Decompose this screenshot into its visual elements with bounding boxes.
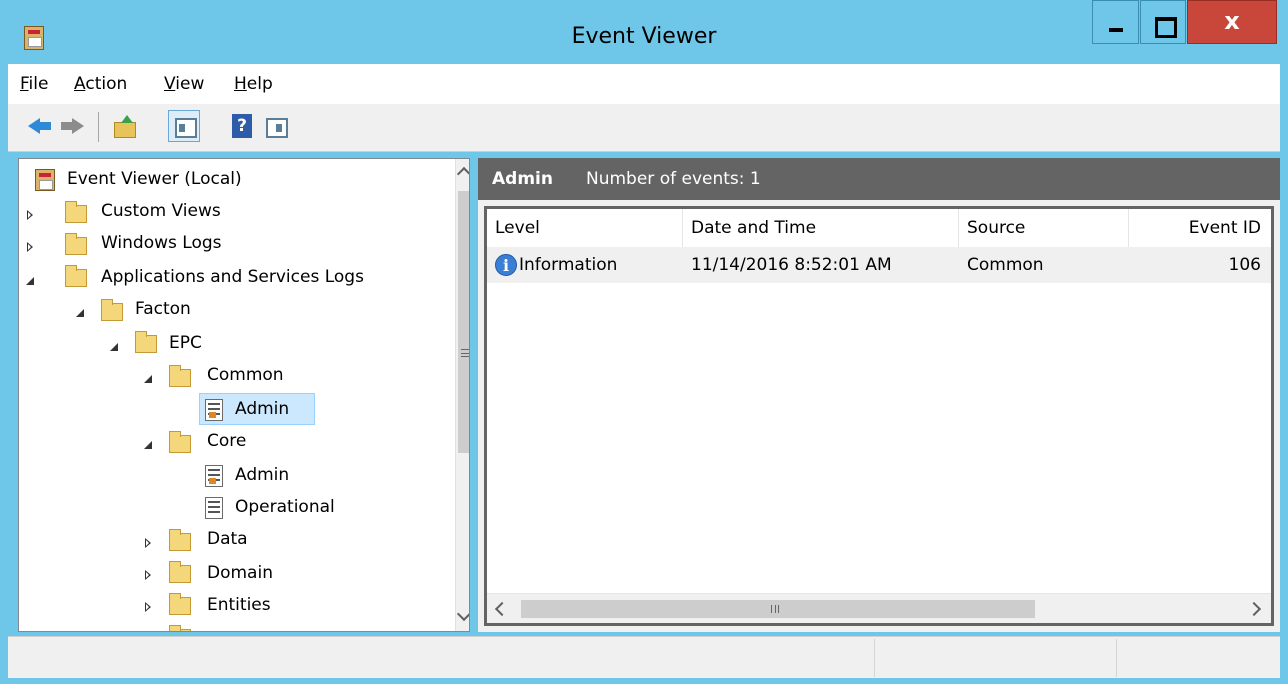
expand-data[interactable] xyxy=(141,536,155,550)
expand-entities[interactable] xyxy=(141,600,155,614)
partial-folder-icon xyxy=(169,625,191,631)
table-row[interactable]: i Information 11/14/2016 8:52:01 AM Comm… xyxy=(487,247,1271,283)
tree-vertical-scrollbar[interactable] xyxy=(455,159,469,631)
console-tree: Event Viewer (Local) Custom Views Window… xyxy=(18,158,470,632)
scroll-right-arrow-icon[interactable] xyxy=(1246,601,1262,617)
maximize-button[interactable] xyxy=(1140,0,1186,44)
menu-bar: File Action View Help xyxy=(8,64,1280,104)
collapse-common[interactable] xyxy=(141,371,155,385)
tree-item-data[interactable]: Data xyxy=(207,529,248,549)
minimize-button[interactable] xyxy=(1092,0,1139,44)
results-header: Admin Number of events: 1 xyxy=(478,158,1280,200)
events-horizontal-scrollbar[interactable] xyxy=(487,593,1271,623)
close-button[interactable] xyxy=(1187,0,1277,44)
menu-file[interactable]: File xyxy=(20,74,48,94)
cell-date-and-time: 11/14/2016 8:52:01 AM xyxy=(691,255,892,275)
up-folder-icon[interactable] xyxy=(112,114,136,138)
cell-level: Information xyxy=(519,255,618,275)
results-pane: Admin Number of events: 1 Level Date and… xyxy=(478,158,1280,632)
forward-arrow-icon[interactable] xyxy=(60,114,84,138)
tree-item-epc[interactable]: EPC xyxy=(169,333,202,353)
toolbar: ? xyxy=(8,104,1280,152)
tree-item-common[interactable]: Common xyxy=(207,365,284,385)
column-header-source[interactable]: Source xyxy=(959,209,1129,247)
scroll-left-arrow-icon[interactable] xyxy=(494,601,510,617)
operational-log-icon xyxy=(205,497,223,519)
collapse-applications-and-services-logs[interactable] xyxy=(23,273,37,287)
tree-item-event-viewer-local[interactable]: Event Viewer (Local) xyxy=(67,169,242,189)
column-header-level[interactable]: Level xyxy=(487,209,683,247)
scroll-up-arrow-icon[interactable] xyxy=(456,166,469,182)
admin-log-icon xyxy=(205,465,223,487)
expand-domain[interactable] xyxy=(141,568,155,582)
expand-custom-views[interactable] xyxy=(23,208,37,222)
domain-folder-icon xyxy=(169,561,191,583)
tree-item-applications-and-services-logs[interactable]: Applications and Services Logs xyxy=(101,267,364,287)
menu-help[interactable]: Help xyxy=(234,74,273,94)
tree-item-domain[interactable]: Domain xyxy=(207,563,273,583)
tree-item-entities[interactable]: Entities xyxy=(207,595,271,615)
applications-services-folder-icon xyxy=(65,265,87,287)
admin-log-icon xyxy=(205,399,223,421)
menu-view[interactable]: View xyxy=(164,74,204,94)
tree-item-core-operational[interactable]: Operational xyxy=(235,497,335,517)
custom-views-folder-icon xyxy=(65,201,87,223)
title-bar: Event Viewer xyxy=(0,0,1288,64)
event-count: Number of events: 1 xyxy=(586,169,761,189)
scroll-down-arrow-icon[interactable] xyxy=(456,606,469,622)
tree-item-common-admin[interactable]: Admin xyxy=(235,399,289,419)
scroll-grip-icon xyxy=(461,349,469,357)
entities-folder-icon xyxy=(169,593,191,615)
facton-folder-icon xyxy=(101,299,123,321)
status-separator xyxy=(1116,639,1117,677)
tree-item-core-admin[interactable]: Admin xyxy=(235,465,289,485)
back-arrow-icon[interactable] xyxy=(28,114,52,138)
expand-windows-logs[interactable] xyxy=(23,240,37,254)
cell-event-id: 106 xyxy=(1228,255,1261,275)
event-viewer-icon xyxy=(35,169,55,191)
information-icon: i xyxy=(495,254,517,276)
show-hide-console-tree-icon[interactable] xyxy=(168,110,200,142)
tree-item-custom-views[interactable]: Custom Views xyxy=(101,201,221,221)
help-icon[interactable]: ? xyxy=(232,114,252,138)
events-list: Level Date and Time Source Event ID i In… xyxy=(484,206,1274,626)
status-bar xyxy=(8,636,1280,678)
column-header-event-id[interactable]: Event ID xyxy=(1129,209,1271,247)
horizontal-scroll-thumb[interactable] xyxy=(521,600,1035,618)
windows-logs-folder-icon xyxy=(65,233,87,255)
epc-folder-icon xyxy=(135,331,157,353)
menu-action[interactable]: Action xyxy=(74,74,127,94)
collapse-epc[interactable] xyxy=(107,339,121,353)
collapse-facton[interactable] xyxy=(73,305,87,319)
tree-scroll-thumb[interactable] xyxy=(458,191,469,453)
tree-item-core[interactable]: Core xyxy=(207,431,246,451)
log-name-title: Admin xyxy=(492,169,553,189)
cell-source: Common xyxy=(967,255,1044,275)
scroll-grip-icon xyxy=(771,605,779,613)
show-hide-action-pane-icon[interactable] xyxy=(264,114,288,138)
status-separator xyxy=(874,639,875,677)
core-folder-icon xyxy=(169,431,191,453)
tree-item-windows-logs[interactable]: Windows Logs xyxy=(101,233,222,253)
toolbar-separator xyxy=(98,112,99,142)
common-folder-icon xyxy=(169,365,191,387)
tree-item-facton[interactable]: Facton xyxy=(135,299,191,319)
collapse-core[interactable] xyxy=(141,437,155,451)
column-header-date-and-time[interactable]: Date and Time xyxy=(683,209,959,247)
data-folder-icon xyxy=(169,529,191,551)
